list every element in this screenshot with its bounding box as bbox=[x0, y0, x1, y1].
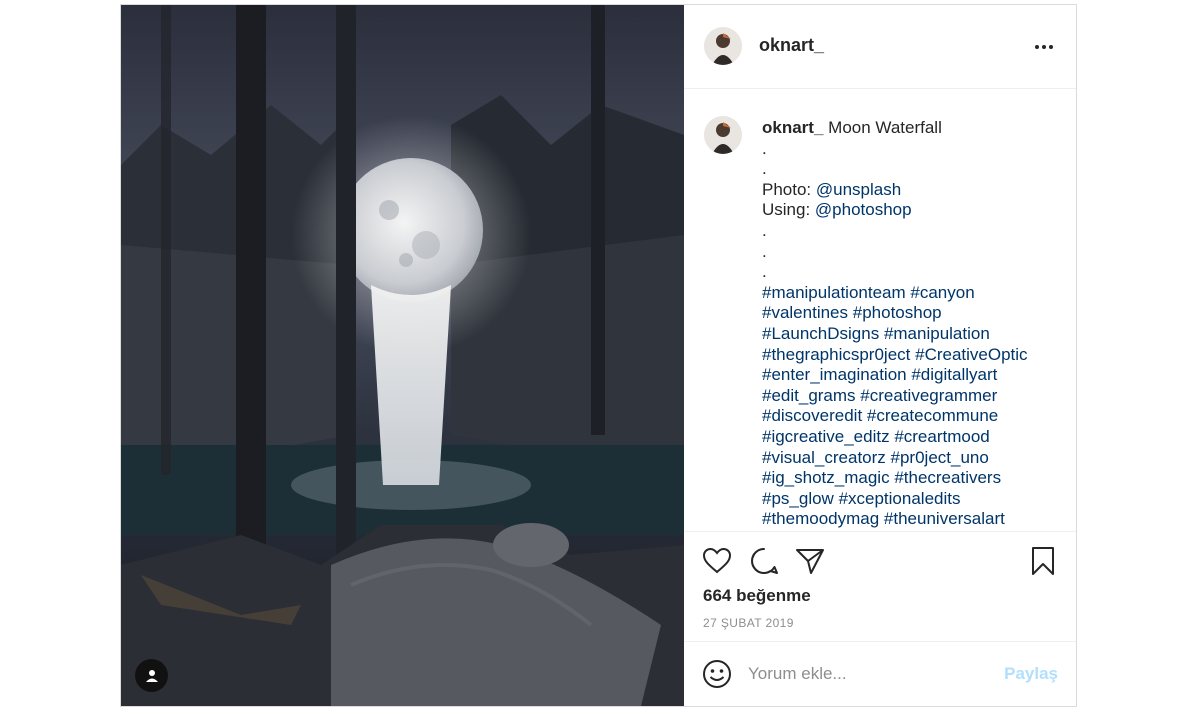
caption-avatar[interactable] bbox=[704, 116, 742, 154]
caption-text: . bbox=[762, 220, 767, 240]
emoji-button[interactable] bbox=[702, 659, 732, 689]
bookmark-icon bbox=[1032, 547, 1054, 575]
comment-icon bbox=[751, 548, 778, 574]
more-options-button[interactable] bbox=[1032, 37, 1056, 57]
hashtag-link[interactable]: #CreativeOptic bbox=[915, 345, 1027, 364]
heart-icon bbox=[702, 547, 732, 574]
hashtag-link[interactable]: #igcreative_editz bbox=[762, 427, 890, 446]
hashtag-link[interactable]: #thegraphicspr0ject bbox=[762, 345, 910, 364]
caption-line: Using: @photoshop bbox=[762, 200, 1062, 221]
hashtag-link[interactable]: #enter_imagination bbox=[762, 365, 907, 384]
caption-line: . bbox=[762, 242, 1062, 263]
avatar-image bbox=[704, 27, 742, 65]
post-details-panel: oknart_ oknart_ Moon Waterfall . . Photo… bbox=[684, 5, 1076, 706]
header-username[interactable]: oknart_ bbox=[759, 35, 824, 56]
caption-text: . bbox=[762, 241, 767, 261]
add-comment-bar: Paylaş bbox=[684, 641, 1076, 706]
mention-link[interactable]: @photoshop bbox=[815, 200, 912, 219]
hashtag-link[interactable]: #edit_grams bbox=[762, 386, 856, 405]
caption-body: .. Photo: @unsplash Using: @photoshop... #m… bbox=[762, 139, 1062, 530]
post-caption: oknart_ Moon Waterfall .. Photo: @unsplas… bbox=[762, 118, 1062, 530]
user-tag-button[interactable] bbox=[135, 659, 168, 692]
hashtag-link[interactable]: #manipulation bbox=[884, 324, 990, 343]
hashtag-link[interactable]: #ig_shotz_magic bbox=[762, 468, 890, 487]
caption-text: . bbox=[762, 159, 767, 179]
caption-line: . bbox=[762, 262, 1062, 283]
hashtag-link[interactable]: #ps_glow bbox=[762, 489, 834, 508]
caption-line: #igcreative_editz #creartmood bbox=[762, 427, 1062, 448]
hashtag-link[interactable]: #pr0ject_uno bbox=[891, 448, 989, 467]
caption-line: #themoodymag #theuniversalart bbox=[762, 509, 1062, 530]
share-button[interactable] bbox=[795, 546, 825, 576]
caption-line: #LaunchDsigns #manipulation bbox=[762, 324, 1062, 345]
comment-button[interactable] bbox=[749, 546, 779, 576]
like-button[interactable] bbox=[702, 546, 732, 576]
caption-line: #edit_grams #creativegrammer bbox=[762, 386, 1062, 407]
comment-input[interactable] bbox=[748, 659, 988, 689]
more-options-icon bbox=[1035, 45, 1053, 49]
caption-text: Using: bbox=[762, 200, 815, 220]
hashtag-link[interactable]: #LaunchDsigns bbox=[762, 324, 879, 343]
hashtag-link[interactable]: #visual_creatorz bbox=[762, 448, 886, 467]
user-tag-icon bbox=[145, 669, 158, 682]
caption-text: Photo: bbox=[762, 179, 816, 199]
save-button[interactable] bbox=[1028, 546, 1058, 576]
caption-line: #enter_imagination #digitallyart bbox=[762, 365, 1062, 386]
avatar-image bbox=[704, 116, 742, 154]
hashtag-link[interactable]: #valentines bbox=[762, 303, 848, 322]
caption-line: #thegraphicspr0ject #CreativeOptic bbox=[762, 345, 1062, 366]
hashtag-link[interactable]: #manipulationteam bbox=[762, 283, 906, 302]
post-card: oknart_ oknart_ Moon Waterfall . . Photo… bbox=[120, 4, 1077, 707]
post-actions: 664 beğenme 27 ŞUBAT 2019 bbox=[684, 531, 1076, 642]
caption-text: . bbox=[762, 262, 767, 282]
hashtag-link[interactable]: #digitallyart bbox=[911, 365, 997, 384]
hashtag-link[interactable]: #themoodymag bbox=[762, 509, 879, 528]
avatar[interactable] bbox=[704, 27, 742, 65]
hashtag-link[interactable]: #discoveredit bbox=[762, 406, 862, 425]
hashtag-link[interactable]: #photoshop bbox=[853, 303, 942, 322]
share-icon bbox=[796, 549, 824, 574]
caption-line: #discoveredit #createcommune bbox=[762, 406, 1062, 427]
hashtag-link[interactable]: #creartmood bbox=[894, 427, 989, 446]
post-date[interactable]: 27 ŞUBAT 2019 bbox=[703, 616, 794, 630]
moon-waterfall-image bbox=[121, 5, 684, 706]
caption-line: . bbox=[762, 139, 1062, 160]
mention-link[interactable]: @unsplash bbox=[816, 180, 901, 199]
caption-line: #ps_glow #xceptionaledits bbox=[762, 489, 1062, 510]
likes-count[interactable]: 664 beğenme bbox=[703, 586, 811, 606]
hashtag-link[interactable]: #xceptionaledits bbox=[839, 489, 961, 508]
caption-line: #manipulationteam #canyon bbox=[762, 283, 1062, 304]
caption-header-line: oknart_ Moon Waterfall bbox=[762, 118, 1062, 139]
caption-line: Photo: @unsplash bbox=[762, 180, 1062, 201]
post-comment-button[interactable]: Paylaş bbox=[1004, 664, 1058, 684]
hashtag-link[interactable]: #canyon bbox=[910, 283, 974, 302]
caption-line: #visual_creatorz #pr0ject_uno bbox=[762, 448, 1062, 469]
post-header: oknart_ bbox=[684, 5, 1076, 89]
comments-section[interactable]: oknart_ Moon Waterfall .. Photo: @unsplas… bbox=[684, 90, 1076, 531]
caption-text: . bbox=[762, 138, 767, 158]
caption-line: #ig_shotz_magic #thecreativers bbox=[762, 468, 1062, 489]
hashtag-link[interactable]: #creativegrammer bbox=[860, 386, 997, 405]
caption-title: Moon Waterfall bbox=[828, 118, 942, 137]
hashtag-link[interactable]: #createcommune bbox=[867, 406, 998, 425]
caption-username[interactable]: oknart_ bbox=[762, 118, 823, 137]
hashtag-link[interactable]: #theuniversalart bbox=[884, 509, 1005, 528]
hashtag-link[interactable]: #thecreativers bbox=[894, 468, 1001, 487]
emoji-icon bbox=[703, 660, 731, 688]
caption-line: #valentines #photoshop bbox=[762, 303, 1062, 324]
caption-line: . bbox=[762, 221, 1062, 242]
caption-line: . bbox=[762, 159, 1062, 180]
post-photo[interactable] bbox=[121, 5, 684, 706]
